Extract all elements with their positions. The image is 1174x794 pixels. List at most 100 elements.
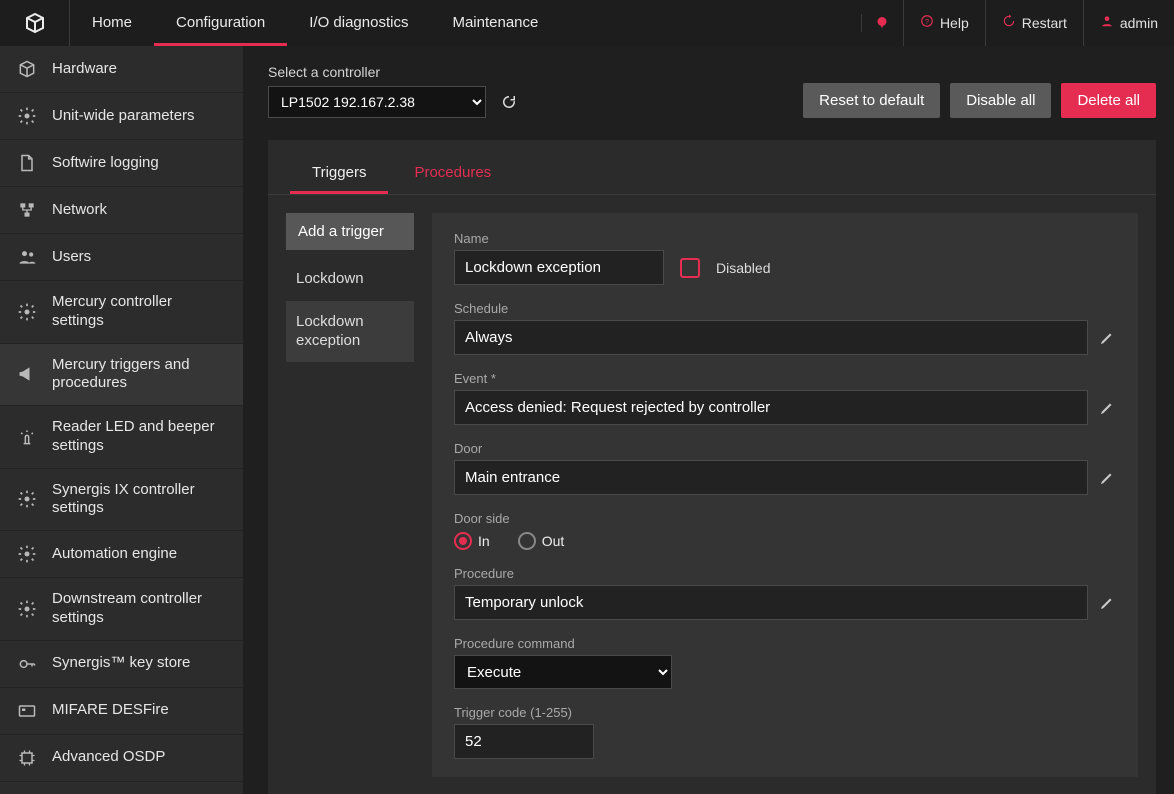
sidebar-item-label: Hardware [52,60,117,79]
disabled-label[interactable]: Disabled [716,260,770,276]
sidebar-item-label: Network [52,201,107,220]
procedure-input[interactable] [454,585,1088,620]
door-side-in-radio[interactable] [454,532,472,550]
sidebar-item-advanced-osdp[interactable]: Advanced OSDP [0,735,243,782]
sidebar-item-mercury-controller-settings[interactable]: Mercury controller settings [0,281,243,344]
pencil-icon[interactable] [1098,399,1116,417]
pencil-icon[interactable] [1098,329,1116,347]
cube-icon [16,58,38,80]
sidebar-item-mercury-triggers[interactable]: Mercury triggers and procedures [0,344,243,407]
sidebar-item-label: Downstream controller settings [52,590,227,628]
sidebar-item-label: Mercury triggers and procedures [52,356,227,394]
name-input[interactable] [454,250,664,285]
trigger-code-input[interactable] [454,724,594,759]
alarm-icon [16,426,38,448]
sidebar-item-mifare[interactable]: MIFARE DESFire [0,688,243,735]
bell-alert-icon [873,14,891,32]
megaphone-icon [16,363,38,385]
refresh-button[interactable] [496,89,522,115]
proc-cmd-label: Procedure command [454,636,1116,651]
door-side-out-radio[interactable] [518,532,536,550]
sidebar-item-users[interactable]: Users [0,234,243,281]
controller-row: Select a controller LP1502 192.167.2.38 … [268,64,1156,140]
nav-tab-home[interactable]: Home [70,0,154,46]
sidebar-item-label: Automation engine [52,545,177,564]
restart-icon [1002,0,1016,46]
nav-tab-configuration[interactable]: Configuration [154,0,287,46]
logo-icon [23,11,47,35]
door-side-in-label[interactable]: In [478,533,490,549]
sub-tabs: Triggers Procedures [268,154,1156,195]
schedule-input[interactable] [454,320,1088,355]
sidebar-item-label: Users [52,248,91,267]
gear-icon [16,105,38,127]
users-icon [16,246,38,268]
restart-button[interactable]: Restart [985,0,1083,46]
sub-tab-procedures[interactable]: Procedures [392,154,513,194]
trigger-code-label: Trigger code (1-255) [454,705,1116,720]
app-logo [0,0,70,46]
sidebar-item-hardware[interactable]: Hardware [0,46,243,93]
gear-icon [16,543,38,565]
sub-tab-triggers[interactable]: Triggers [290,154,388,194]
sidebar-item-softwire-logging[interactable]: Softwire logging [0,140,243,187]
card-icon [16,700,38,722]
name-label: Name [454,231,1116,246]
sidebar-item-automation-engine[interactable]: Automation engine [0,531,243,578]
procedure-label: Procedure [454,566,1116,581]
main-tabs: Home Configuration I/O diagnostics Maint… [70,0,560,46]
help-label: Help [940,0,969,46]
sidebar-scrollbar[interactable] [243,46,250,794]
sidebar-item-downstream-controller[interactable]: Downstream controller settings [0,578,243,641]
nav-tab-io-diagnostics[interactable]: I/O diagnostics [287,0,430,46]
door-label: Door [454,441,1116,456]
main-content: Select a controller LP1502 192.167.2.38 … [250,46,1174,794]
key-icon [16,653,38,675]
help-button[interactable]: ? Help [903,0,985,46]
sidebar-item-key-store[interactable]: Synergis™ key store [0,641,243,688]
file-icon [16,152,38,174]
sidebar-item-label: Advanced OSDP [52,748,165,767]
pencil-icon[interactable] [1098,594,1116,612]
disabled-checkbox[interactable] [680,258,700,278]
pencil-icon[interactable] [1098,469,1116,487]
event-label: Event * [454,371,1116,386]
gear-icon [16,598,38,620]
trigger-list: Add a trigger Lockdown Lockdown exceptio… [286,213,414,777]
door-side-label: Door side [454,511,1116,526]
procedure-command-select[interactable]: Execute [454,655,672,689]
topbar-right: ? Help Restart admin [861,0,1174,46]
add-trigger-button[interactable]: Add a trigger [286,213,414,250]
restart-label: Restart [1022,0,1067,46]
reset-to-default-button[interactable]: Reset to default [803,83,940,118]
sidebar-item-unit-wide-parameters[interactable]: Unit-wide parameters [0,93,243,140]
sidebar-item-label: Reader LED and beeper settings [52,418,227,456]
sidebar-item-label: Synergis IX controller settings [52,481,227,519]
sidebar-item-label: Mercury controller settings [52,293,227,331]
user-menu[interactable]: admin [1083,0,1174,46]
chip-icon [16,747,38,769]
sidebar-item-network[interactable]: Network [0,187,243,234]
help-icon: ? [920,0,934,46]
delete-all-button[interactable]: Delete all [1061,83,1156,118]
trigger-form: Name Disabled Schedule Event * [432,213,1138,777]
disable-all-button[interactable]: Disable all [950,83,1051,118]
sidebar-item-label: MIFARE DESFire [52,701,169,720]
trigger-item-lockdown[interactable]: Lockdown [286,258,414,301]
door-input[interactable] [454,460,1088,495]
event-input[interactable] [454,390,1088,425]
user-icon [1100,0,1114,46]
door-side-out-label[interactable]: Out [542,533,565,549]
svg-text:?: ? [925,17,929,26]
alert-indicator[interactable] [861,14,903,32]
sidebar: Hardware Unit-wide parameters Softwire l… [0,46,243,794]
sidebar-item-label: Softwire logging [52,154,159,173]
nav-tab-maintenance[interactable]: Maintenance [430,0,560,46]
controller-select[interactable]: LP1502 192.167.2.38 [268,86,486,118]
sidebar-item-label: Synergis™ key store [52,654,190,673]
gear-icon [16,488,38,510]
network-icon [16,199,38,221]
sidebar-item-reader-led[interactable]: Reader LED and beeper settings [0,406,243,469]
trigger-item-lockdown-exception[interactable]: Lockdown exception [286,301,414,363]
sidebar-item-synergis-ix[interactable]: Synergis IX controller settings [0,469,243,532]
